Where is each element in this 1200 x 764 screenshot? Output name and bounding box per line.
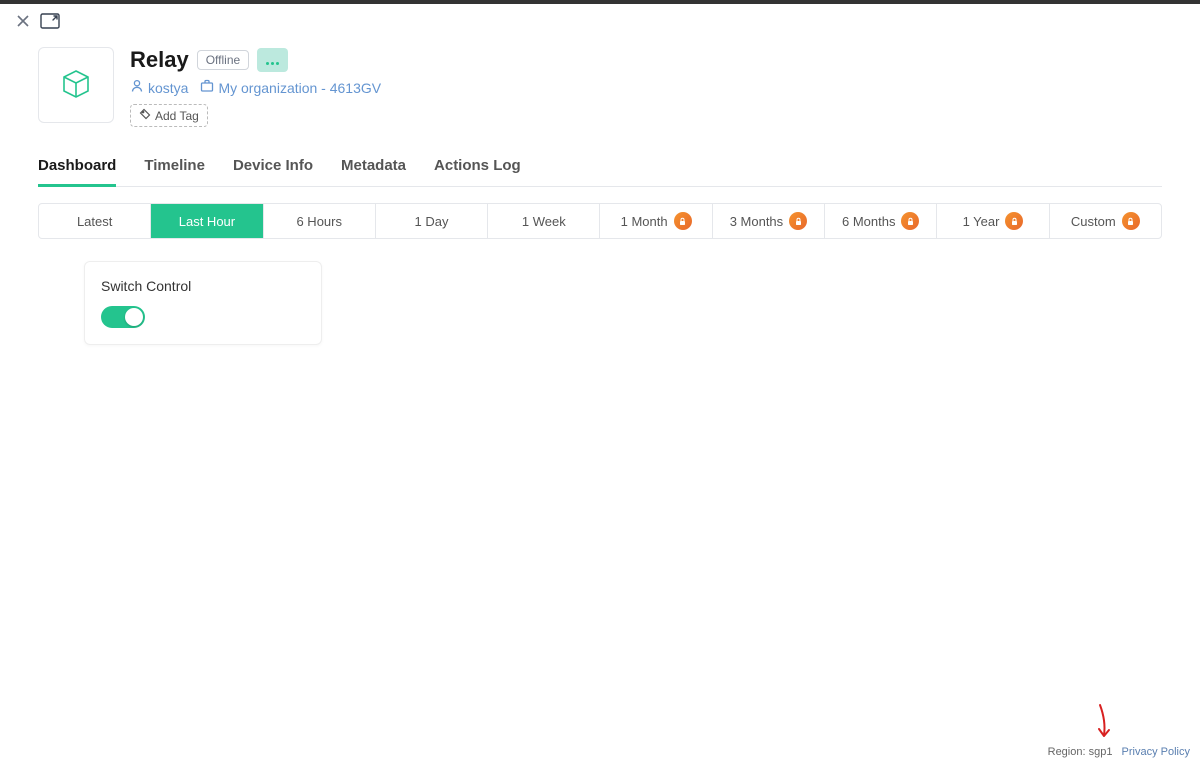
time-range-1-week[interactable]: 1 Week [488,204,600,238]
add-tag-button[interactable]: Add Tag [130,104,208,127]
more-button[interactable] [257,48,288,72]
tab-timeline[interactable]: Timeline [144,147,205,186]
add-tag-label: Add Tag [155,109,199,123]
page-title: Relay [130,47,189,73]
time-range-latest[interactable]: Latest [39,204,151,238]
lock-icon [674,212,692,230]
tabs: Dashboard Timeline Device Info Metadata … [38,147,1162,187]
page-header: Relay Offline kostya My organiza [38,47,1162,127]
toggle-knob [125,308,143,326]
more-icon [265,52,280,68]
tab-metadata[interactable]: Metadata [341,147,406,186]
lock-icon [1005,212,1023,230]
switch-control-toggle[interactable] [101,306,145,328]
user-icon [130,79,144,96]
time-range-6-months[interactable]: 6 Months [825,204,937,238]
device-icon-box [38,47,114,123]
time-range-selector: Latest Last Hour 6 Hours 1 Day 1 Week 1 … [38,203,1162,239]
lock-icon [1122,212,1140,230]
tab-actions-log[interactable]: Actions Log [434,147,521,186]
time-range-1-day[interactable]: 1 Day [376,204,488,238]
close-icon[interactable] [14,12,32,33]
time-range-1-year[interactable]: 1 Year [937,204,1049,238]
briefcase-icon [200,79,214,96]
tag-icon [139,108,151,123]
switch-control-title: Switch Control [101,278,305,294]
organization-label: My organization - 4613GV [218,80,381,96]
window-controls [0,4,1200,41]
page-content: Relay Offline kostya My organiza [0,47,1200,345]
time-range-6-hours[interactable]: 6 Hours [264,204,376,238]
tab-dashboard[interactable]: Dashboard [38,147,116,187]
footer: Region: sgp1 Privacy Policy [1048,746,1190,758]
region-label: Region: [1048,746,1086,758]
switch-control-widget: Switch Control [84,261,322,345]
cube-icon [59,67,93,104]
tab-device-info[interactable]: Device Info [233,147,313,186]
time-range-3-months[interactable]: 3 Months [713,204,825,238]
time-range-last-hour[interactable]: Last Hour [151,204,263,238]
status-badge: Offline [197,50,249,70]
privacy-policy-link[interactable]: Privacy Policy [1122,746,1190,758]
fullscreen-icon[interactable] [40,13,60,32]
user-label: kostya [148,80,188,96]
region-value: sgp1 [1089,746,1113,758]
time-range-1-month[interactable]: 1 Month [600,204,712,238]
arrow-annotation [1090,703,1114,746]
user-link[interactable]: kostya [130,79,188,96]
time-range-custom[interactable]: Custom [1050,204,1161,238]
organization-link[interactable]: My organization - 4613GV [200,79,381,96]
lock-icon [901,212,919,230]
lock-icon [789,212,807,230]
